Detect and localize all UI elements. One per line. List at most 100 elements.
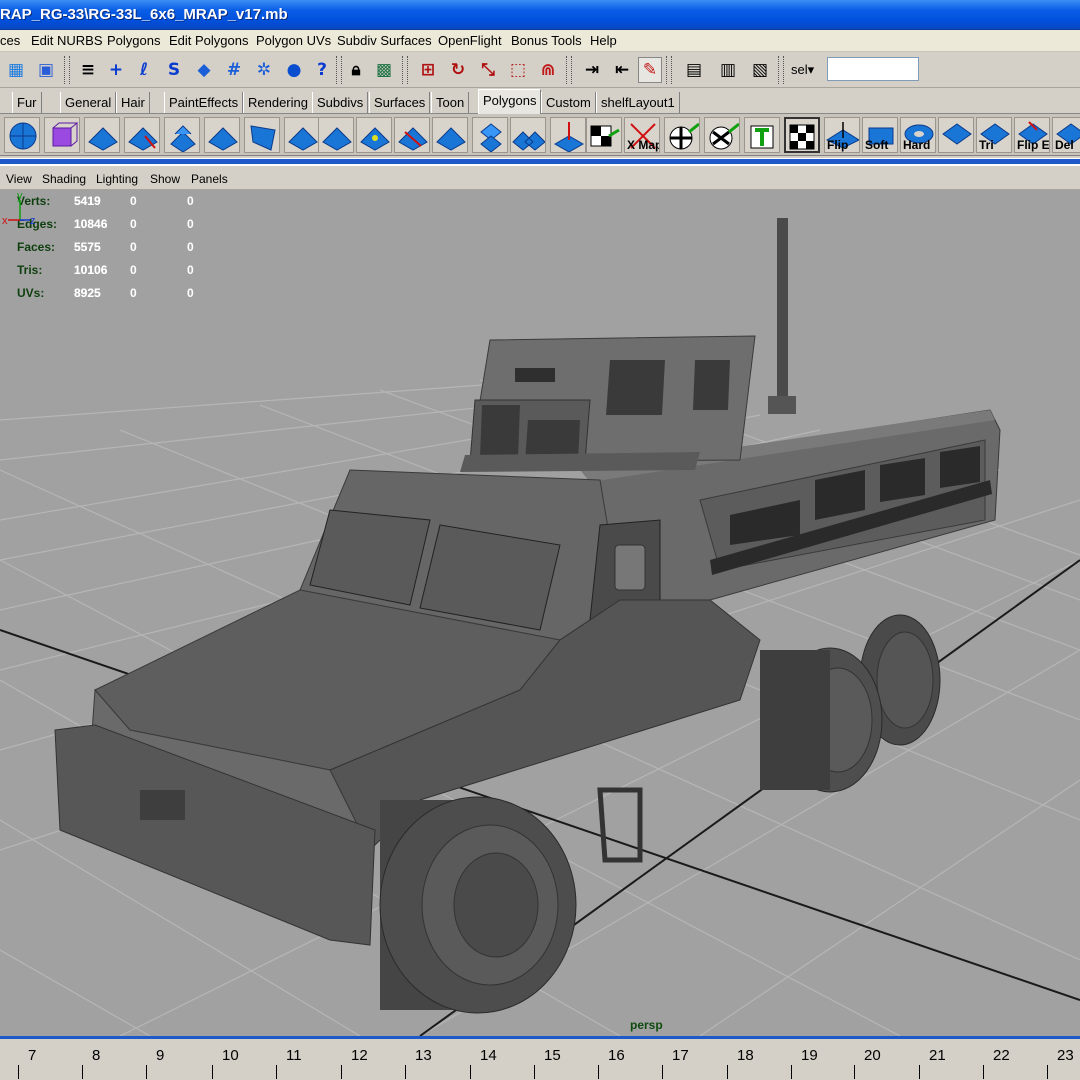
menu-polygons[interactable]: Polygons (107, 33, 160, 48)
menu-openflight[interactable]: OpenFlight (438, 33, 502, 48)
flip-normals-icon[interactable]: Flip (824, 117, 860, 153)
hud-value: 0 (187, 194, 194, 208)
snap-grid-icon[interactable]: # (222, 57, 246, 83)
select-object-icon[interactable]: ▣ (34, 57, 58, 83)
poly-cube-icon[interactable] (44, 117, 80, 153)
uv-editor-icon[interactable] (784, 117, 820, 153)
history-icon[interactable]: ▩ (372, 57, 396, 83)
uv-map-icon[interactable]: X Map (624, 117, 660, 153)
menu-subdiv-surfaces[interactable]: Subdiv Surfaces (337, 33, 432, 48)
shelf-tab-rendering[interactable]: Rendering (243, 92, 313, 113)
ipr-icon[interactable]: ▥ (716, 57, 740, 83)
side-mirror (614, 544, 646, 591)
antenna (777, 218, 788, 398)
timeline-tick: 18 (737, 1047, 754, 1064)
uv-spherical-icon[interactable] (704, 117, 740, 153)
selection-input-field[interactable] (827, 57, 919, 81)
quad-to-tri-icon[interactable] (938, 117, 974, 153)
snap-surface-icon[interactable]: ✲ (252, 57, 276, 83)
uv-checker-icon[interactable] (586, 117, 622, 153)
shelf-label-hard: Hard (903, 138, 931, 152)
shelf-tab-toon[interactable]: Toon (431, 92, 470, 113)
menu-polygon-uvs[interactable]: Polygon UVs (256, 33, 331, 48)
help-icon[interactable]: ? (310, 57, 334, 83)
hud-value: 0 (187, 217, 194, 231)
select-hierarchy-icon[interactable]: ▦ (4, 57, 28, 83)
time-slider[interactable]: 7 8 9 10 11 12 13 14 15 16 17 18 19 20 2… (0, 1036, 1080, 1080)
menu-help[interactable]: Help (590, 33, 617, 48)
poly-cut-icon[interactable] (394, 117, 430, 153)
snap-plane-icon[interactable]: ◆ (192, 57, 216, 83)
selection-mode-dropdown[interactable]: sel▾ (791, 62, 814, 78)
poly-plane-icon[interactable] (84, 117, 120, 153)
flip-edge-icon[interactable]: Flip E (1014, 117, 1050, 153)
toolbar-separator (566, 56, 572, 84)
snap-to-curve-icon[interactable]: ↻ (446, 57, 470, 83)
panel-menu-shading[interactable]: Shading (42, 172, 86, 186)
poly-duplicate-icon[interactable] (472, 117, 508, 153)
hud-value: 0 (187, 263, 194, 277)
snap-curve-icon[interactable]: ℓ (132, 57, 156, 83)
timeline-tick: 22 (993, 1047, 1010, 1064)
menu-bonus-tools[interactable]: Bonus Tools (511, 33, 582, 48)
panel-menu-lighting[interactable]: Lighting (96, 172, 138, 186)
delete-edge-icon[interactable]: Del (1052, 117, 1080, 153)
uv-project-icon[interactable] (664, 117, 700, 153)
menu-edit-polygons[interactable]: Edit Polygons (169, 33, 249, 48)
shelf-tab-polygons[interactable]: Polygons (478, 89, 542, 114)
menu-edit-nurbs[interactable]: Edit NURBS (31, 33, 103, 48)
title-bar: RAP_RG-33\RG-33L_6x6_MRAP_v17.mb (0, 0, 1080, 30)
input-ops-icon[interactable]: ⇥ (580, 57, 604, 83)
menu-surfaces[interactable]: ces (0, 33, 20, 48)
shelf-tab-hair[interactable]: Hair (116, 92, 150, 113)
toolbar-separator (778, 56, 784, 84)
poly-smooth-icon[interactable] (356, 117, 392, 153)
poly-wedge-icon[interactable] (244, 117, 280, 153)
polygons-shelf: X Map Flip Soft Hard Tri Flip E Del (0, 114, 1080, 156)
poly-combine-icon[interactable] (510, 117, 546, 153)
shelf-tab-painteffects[interactable]: PaintEffects (164, 92, 244, 113)
timeline-tick: 15 (544, 1047, 561, 1064)
poly-merge-icon[interactable] (318, 117, 354, 153)
shelf-tab-surfaces[interactable]: Surfaces (369, 92, 431, 113)
axis-z-label: z (30, 215, 36, 227)
shelf-tab-subdivs[interactable]: Subdivs (312, 92, 369, 113)
hud-value: 0 (187, 240, 194, 254)
poly-bevel-icon[interactable] (204, 117, 240, 153)
shelf-label-flip-e: Flip E (1017, 138, 1050, 152)
shelf-tab-custom[interactable]: Custom (541, 92, 596, 113)
poly-extrude-icon[interactable] (164, 117, 200, 153)
poly-normal-icon[interactable] (550, 117, 586, 153)
panel-menu-show[interactable]: Show (150, 172, 180, 186)
snap-icon[interactable]: ≡ (76, 57, 100, 83)
shelf-tab-shelflayout1[interactable]: shelfLayout1 (596, 92, 680, 113)
construction-history-icon[interactable]: ✎ (638, 57, 662, 83)
magnet-icon[interactable]: ⋒ (536, 57, 560, 83)
shelf-tab-general[interactable]: General (60, 92, 117, 113)
hud-value: 0 (187, 286, 194, 300)
triangulate-icon[interactable]: Tri (976, 117, 1012, 153)
snap-point-icon[interactable]: S (162, 57, 186, 83)
add-icon[interactable]: + (104, 57, 128, 83)
harden-edge-icon[interactable]: Hard (900, 117, 936, 153)
shelf-tab-fur[interactable]: Fur (12, 92, 42, 113)
snap-to-point-icon[interactable]: ⤡ (476, 57, 500, 83)
soften-edge-icon[interactable]: Soft (862, 117, 898, 153)
panel-menu-view[interactable]: View (6, 172, 32, 186)
panel-menu-panels[interactable]: Panels (191, 172, 228, 186)
poly-sphere-icon[interactable] (4, 117, 40, 153)
sphere-icon[interactable]: ● (282, 57, 306, 83)
poly-split-icon[interactable] (284, 117, 320, 153)
render-icon[interactable]: ▤ (682, 57, 706, 83)
uv-cylindrical-icon[interactable] (744, 117, 780, 153)
select-by-component-icon[interactable]: ⊞ (416, 57, 440, 83)
snap-to-view-icon[interactable]: ⬚ (506, 57, 530, 83)
output-ops-icon[interactable]: ⇤ (610, 57, 634, 83)
render-globals-icon[interactable]: ▧ (748, 57, 772, 83)
lock-icon[interactable]: 🔒︎ (344, 57, 368, 83)
timeline-tick: 17 (672, 1047, 689, 1064)
main-menu-bar: ces Edit NURBS Polygons Edit Polygons Po… (0, 30, 1080, 52)
perspective-viewport[interactable]: Verts: 5419 0 0 Edges: 10846 0 0 Faces: … (0, 190, 1080, 1036)
poly-select-icon[interactable] (124, 117, 160, 153)
poly-append-icon[interactable] (432, 117, 468, 153)
